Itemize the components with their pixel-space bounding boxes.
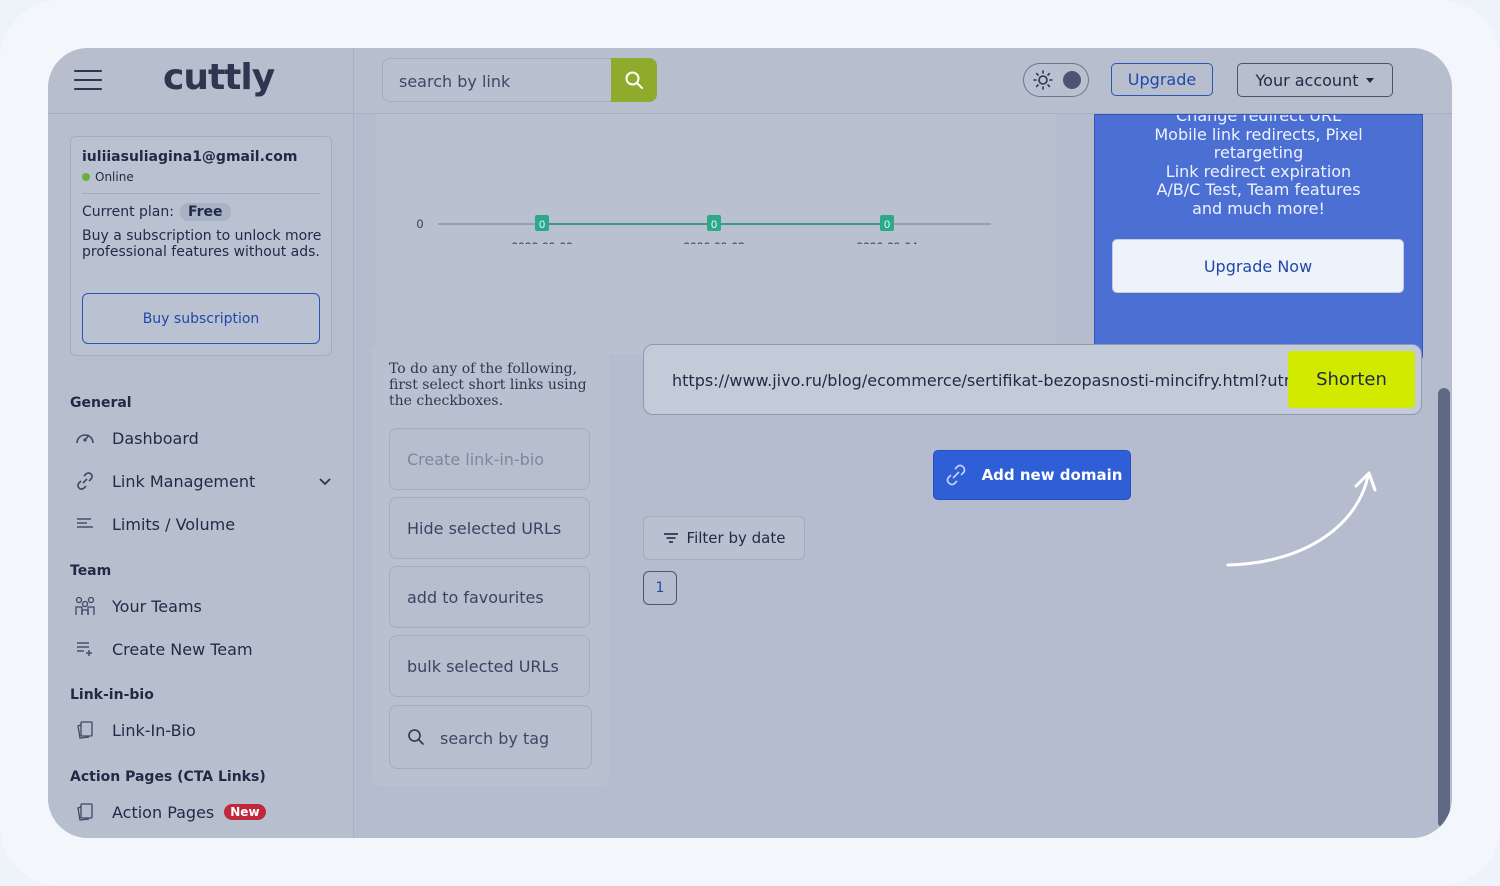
promo-line: Link redirect expiration: [1165, 161, 1352, 181]
pagination-page-1[interactable]: 1: [643, 571, 677, 605]
sidebar-item-label: Link-In-Bio: [112, 720, 196, 740]
top-header: cuttly Upgrade: [48, 48, 1452, 114]
current-plan: Current plan: Free: [82, 203, 231, 221]
promo-line: Change redirect URL: [1176, 114, 1341, 125]
filter-by-date-button[interactable]: Filter by date: [643, 516, 805, 560]
bulk-actions-panel: To do any of the following, first select…: [372, 344, 609, 786]
promo-line: retargeting: [1213, 143, 1304, 162]
nav-section-link-in-bio: Link-in-bio: [70, 687, 154, 703]
filter-icon: [663, 533, 678, 543]
y-tick-label: 0: [417, 217, 424, 231]
search-link-input[interactable]: [397, 59, 611, 103]
hamburger-menu-icon[interactable]: [74, 70, 102, 92]
header-divider: [353, 48, 354, 113]
sun-icon: [1033, 70, 1053, 90]
sidebar: iuliiasuliagina1@gmail.com Online Curren…: [48, 114, 354, 838]
search-button[interactable]: [611, 58, 657, 102]
promo-line: and much more!: [1192, 198, 1325, 218]
url-shortener-bar: Shorten: [643, 344, 1422, 415]
team-icon: [75, 596, 95, 615]
data-label: 0: [711, 219, 717, 231]
add-new-domain-button[interactable]: Add new domain: [933, 450, 1131, 500]
buy-subscription-button[interactable]: Buy subscription: [82, 293, 320, 344]
theme-toggle[interactable]: [1023, 63, 1089, 97]
promo-line: Mobile link redirects, Pixel: [1154, 124, 1363, 144]
x-tick-label: 2026-09-02: [511, 240, 573, 244]
curved-arrow-annotation: [1226, 471, 1377, 567]
promo-text: Change redirect URL Mobile link redirect…: [1095, 114, 1422, 218]
sidebar-item-link-in-bio[interactable]: Link-In-Bio: [70, 713, 332, 747]
pages-icon: [77, 721, 93, 739]
search-icon: [408, 729, 424, 745]
lines-icon: [77, 518, 93, 528]
new-badge: New: [224, 804, 266, 820]
online-label: Online: [95, 170, 134, 184]
sidebar-item-label: Your Teams: [112, 596, 202, 616]
filter-label: Filter by date: [686, 529, 786, 547]
sidebar-item-create-team[interactable]: Create New Team: [70, 632, 332, 666]
sidebar-item-label: Link Management: [112, 471, 256, 491]
search-icon: [625, 71, 643, 89]
chevron-down-icon: [319, 477, 331, 485]
online-status: Online: [82, 170, 134, 184]
promo-line: A/B/C Test, Team features: [1156, 180, 1361, 199]
actions-hint: To do any of the following, first select…: [389, 361, 587, 409]
plan-badge: Free: [179, 203, 231, 221]
sidebar-item-label: Action Pages: [112, 802, 215, 822]
data-label: 0: [884, 219, 890, 231]
add-domain-label: Add new domain: [981, 466, 1123, 484]
plan-label: Current plan:: [82, 204, 174, 220]
app-window: cuttly Upgrade: [48, 48, 1452, 838]
sidebar-item-limits[interactable]: Limits / Volume: [70, 507, 332, 541]
sidebar-item-your-teams[interactable]: Your Teams: [70, 589, 332, 623]
page-scrollbar[interactable]: [1438, 388, 1450, 828]
long-url-input[interactable]: [670, 345, 1292, 414]
shorten-button[interactable]: Shorten: [1288, 351, 1415, 408]
sidebar-item-label: Dashboard: [112, 428, 199, 448]
pages-icon: [77, 803, 93, 821]
data-label: 0: [539, 219, 545, 231]
divider: [82, 193, 320, 194]
plan-description: Buy a subscription to unlock more profes…: [82, 228, 322, 260]
your-account-dropdown[interactable]: Your account: [1237, 63, 1393, 97]
link-icon: [77, 472, 93, 490]
sidebar-item-dashboard[interactable]: Dashboard: [70, 421, 332, 455]
hide-selected-button[interactable]: Hide selected URLs: [389, 497, 590, 559]
tag-search: [389, 705, 592, 770]
account-label: Your account: [1255, 70, 1359, 90]
list-add-icon: [77, 642, 92, 656]
link-search: [382, 58, 657, 103]
gauge-icon: [76, 434, 94, 444]
upgrade-button[interactable]: Upgrade: [1111, 63, 1213, 96]
clicks-chart-card: 0 0 2026-09-02 0 2026-09-03 0 2026-09-04: [376, 114, 1056, 354]
x-tick-label: 2026-09-03: [683, 240, 745, 244]
user-card: iuliiasuliagina1@gmail.com Online Curren…: [70, 136, 332, 356]
cuttly-logo[interactable]: cuttly: [163, 57, 275, 98]
nav-section-general: General: [70, 395, 132, 411]
upgrade-now-button[interactable]: Upgrade Now: [1112, 239, 1404, 293]
link-icon: [946, 464, 965, 486]
toggle-knob: [1063, 71, 1081, 89]
create-link-in-bio-button[interactable]: Create link-in-bio: [389, 428, 590, 490]
sidebar-item-label: Limits / Volume: [112, 514, 236, 534]
caret-down-icon: [1366, 77, 1375, 83]
search-tag-input[interactable]: [438, 706, 587, 770]
sidebar-item-label: Create New Team: [112, 639, 253, 659]
x-tick-label: 2026-09-04: [856, 240, 918, 244]
bulk-selected-button[interactable]: bulk selected URLs: [389, 635, 590, 697]
sidebar-item-link-management[interactable]: Link Management: [70, 464, 332, 498]
online-dot-icon: [82, 173, 90, 181]
sidebar-item-action-pages[interactable]: Action Pages New: [70, 795, 332, 829]
nav-section-team: Team: [70, 563, 112, 579]
nav-section-action-pages: Action Pages (CTA Links): [70, 769, 266, 785]
clicks-chart: 0 0 2026-09-02 0 2026-09-03 0 2026-09-04: [417, 215, 991, 254]
user-email: iuliiasuliagina1@gmail.com: [82, 149, 298, 165]
upgrade-promo-card: Change redirect URL Mobile link redirect…: [1094, 114, 1423, 360]
add-to-favourites-button[interactable]: add to favourites: [389, 566, 590, 628]
